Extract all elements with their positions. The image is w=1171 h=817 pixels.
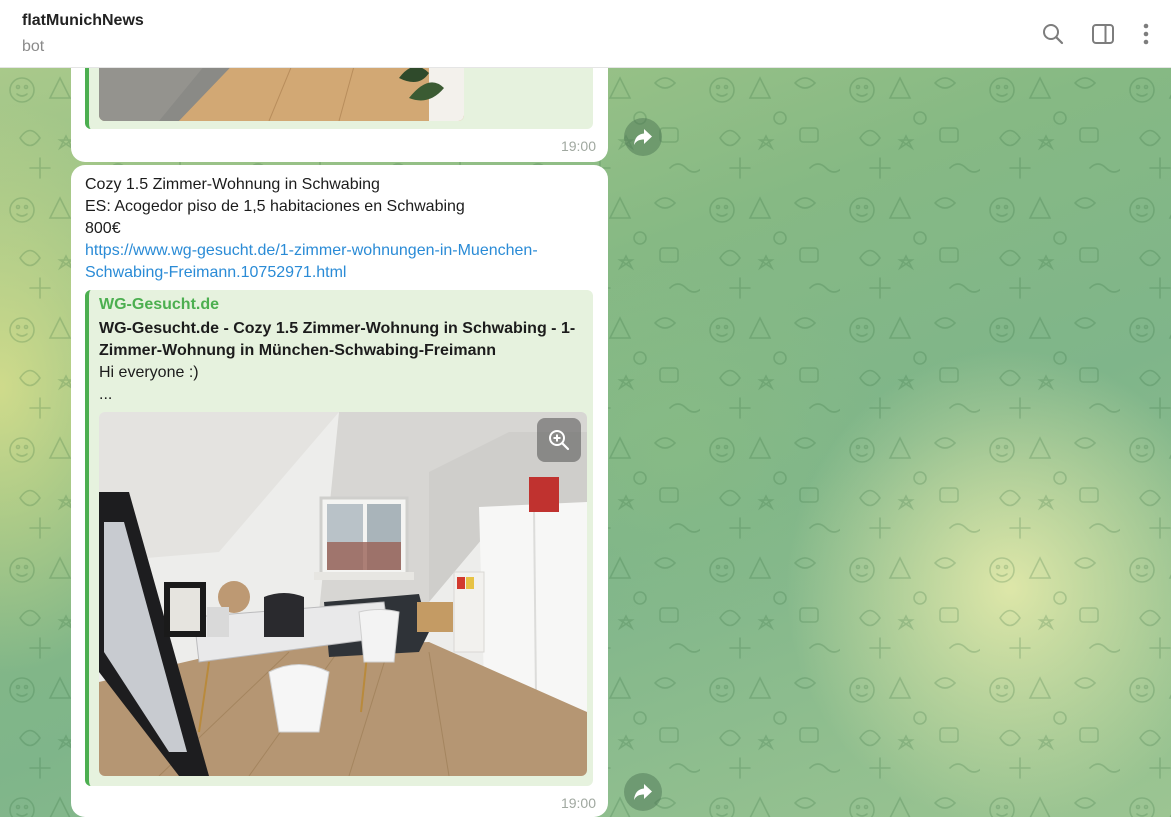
chat-subtitle: bot: [22, 38, 45, 55]
forward-icon: [634, 129, 652, 145]
preview-description: ...: [99, 386, 113, 403]
message-text-line: ES: Acogedor piso de 1,5 habitaciones en…: [85, 198, 465, 215]
message-text-line: Cozy 1.5 Zimmer-Wohnung in Schwabing: [85, 176, 380, 193]
preview-title: Zimmer-Wohnung in München-Schwabing-Frei…: [99, 342, 497, 359]
preview-photo[interactable]: [99, 68, 464, 121]
message-time: 19:00: [560, 138, 596, 154]
zoom-in-icon: [549, 430, 570, 451]
room-photo-image: [99, 68, 464, 121]
message-time: 19:00: [560, 795, 596, 811]
link-preview[interactable]: WG-Gesucht.de WG-Gesucht.de - Cozy 1.5 Z…: [85, 290, 593, 786]
more-vertical-icon: [1143, 23, 1149, 45]
chat-title[interactable]: flatMunichNews: [22, 12, 144, 30]
message-price: 800€: [85, 220, 121, 237]
forward-icon: [634, 784, 652, 800]
message-bubble[interactable]: Cozy 1.5 Zimmer-Wohnung in Schwabing ES:…: [71, 165, 608, 817]
chat-header: flatMunichNews bot: [0, 0, 1171, 68]
more-options-button[interactable]: [1132, 20, 1160, 48]
preview-site-name: WG-Gesucht.de: [99, 296, 220, 313]
message-link[interactable]: Schwabing-Freimann.10752971.html: [85, 262, 346, 284]
message-link[interactable]: https://www.wg-gesucht.de/1-zimmer-wohnu…: [85, 240, 538, 262]
sidebar-toggle-button[interactable]: [1089, 20, 1117, 48]
forward-button[interactable]: [624, 773, 662, 811]
apartment-photo-image: [99, 412, 587, 776]
message-bubble[interactable]: 19:00: [71, 68, 608, 162]
sidebar-toggle-icon: [1092, 24, 1114, 44]
zoom-button[interactable]: [537, 418, 581, 462]
search-icon: [1043, 24, 1064, 45]
preview-title: WG-Gesucht.de - Cozy 1.5 Zimmer-Wohnung …: [99, 320, 576, 337]
preview-description: Hi everyone :): [99, 364, 199, 381]
chat-messages-area[interactable]: 19:00 Cozy 1.5 Zimmer-Wohnung in Schwabi…: [0, 68, 1171, 817]
link-preview[interactable]: [85, 68, 593, 129]
preview-photo[interactable]: [99, 412, 587, 776]
search-button[interactable]: [1039, 20, 1067, 48]
forward-button[interactable]: [624, 118, 662, 156]
